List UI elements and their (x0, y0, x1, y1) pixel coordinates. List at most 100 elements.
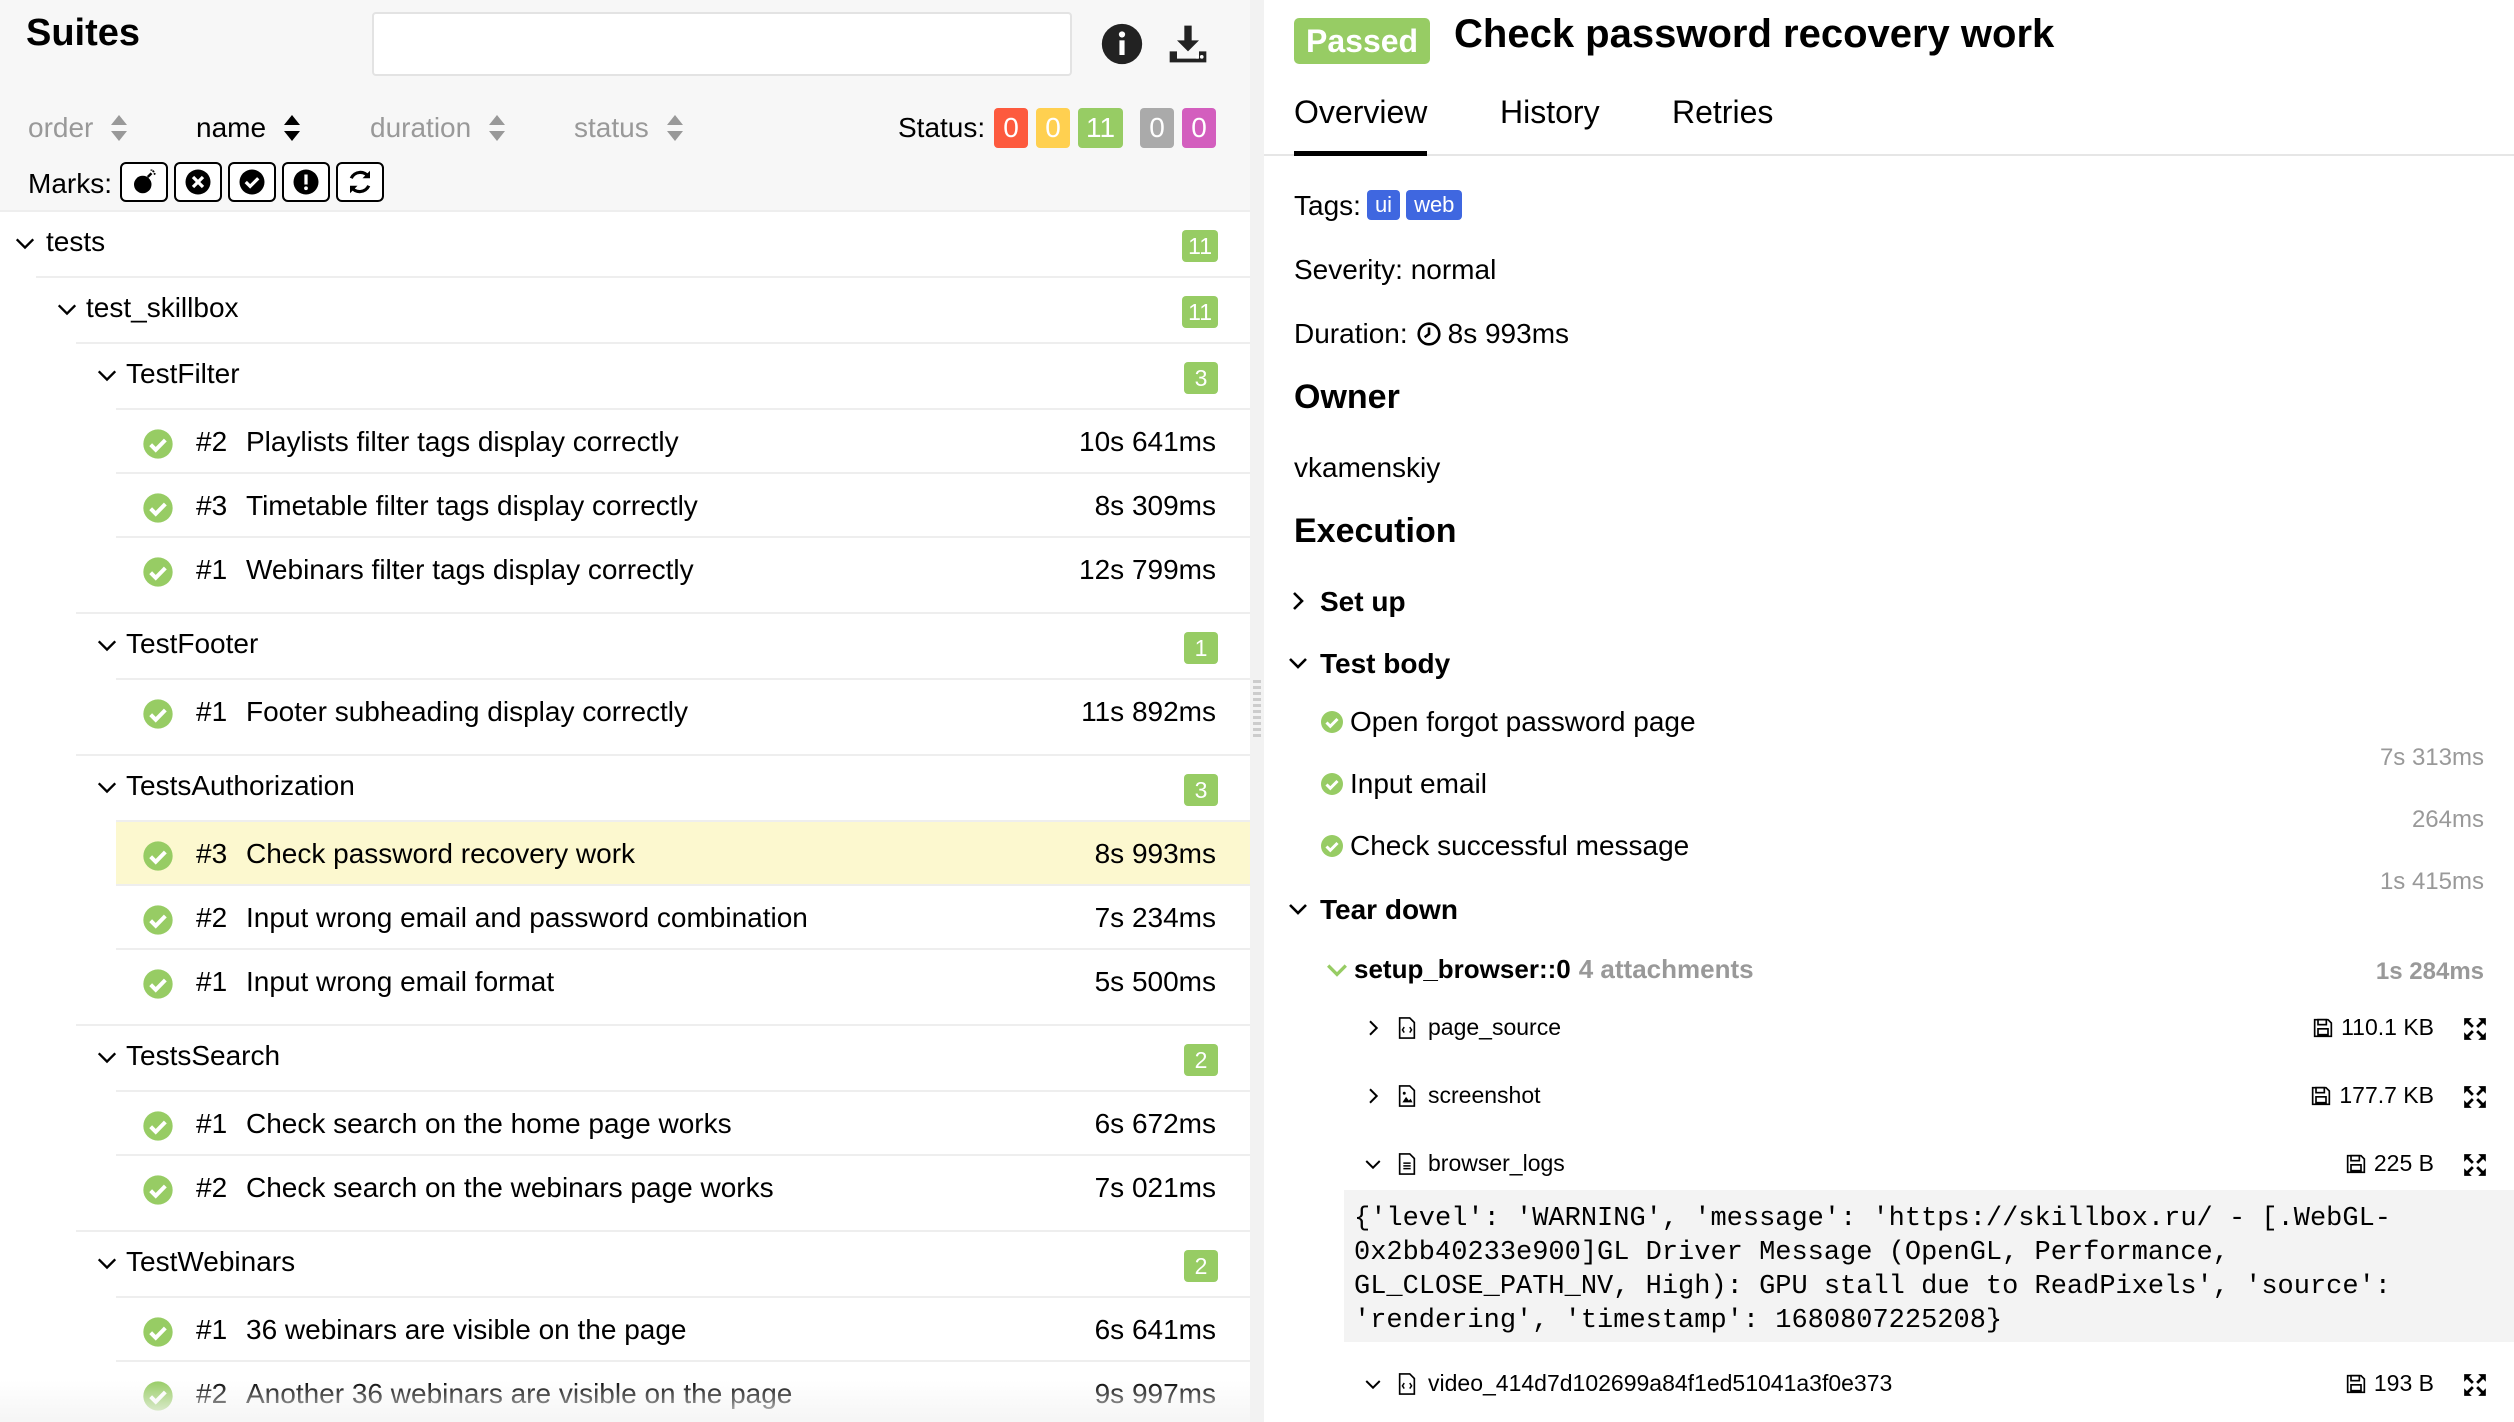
severity: Severity: normal (1294, 254, 1497, 285)
chevron-down-icon (97, 782, 117, 794)
tab-overview[interactable]: Overview (1294, 94, 1428, 156)
status-count-3[interactable]: 0 (1140, 108, 1174, 148)
group-name: TestWebinars (126, 1246, 296, 1277)
attachment-name: page_source (1428, 1014, 1561, 1040)
step-name: Check successful message (1350, 830, 1690, 861)
step-row[interactable]: Open forgot password page (1320, 706, 1696, 738)
chevron-right-icon (1293, 592, 1304, 610)
mark-new-broken-button[interactable] (282, 162, 330, 202)
attachment-size[interactable]: 193 B (2346, 1370, 2434, 1397)
status-count-0[interactable]: 0 (994, 108, 1028, 148)
test-order: #1 (196, 696, 228, 727)
test-row[interactable]: #2 Check search on the webinars page work… (116, 1154, 1250, 1218)
tab-retries[interactable]: Retries (1672, 94, 1773, 156)
mark-new-passed-button[interactable] (228, 162, 276, 202)
test-row[interactable]: #2 Input wrong email and password combina… (116, 884, 1250, 948)
passed-check-icon (1321, 711, 1343, 733)
passed-check-icon (143, 905, 173, 935)
count-badge: 2 (1184, 1250, 1218, 1282)
test-row[interactable]: #3 Check password recovery work 8s 993ms (116, 820, 1250, 884)
test-order: #1 (196, 966, 228, 997)
sort-duration[interactable]: duration (370, 112, 506, 144)
step-time: 1s 415ms (2379, 868, 2484, 895)
expand-icon[interactable] (2462, 1016, 2488, 1042)
test-body-stage[interactable]: Test body (1288, 648, 1450, 680)
chevron-down-icon (1365, 1159, 1381, 1169)
test-row[interactable]: #3 Timetable filter tags display correctl… (116, 472, 1250, 536)
suite-row[interactable]: TestsSearch 2 (76, 1024, 1250, 1088)
teardown-stage[interactable]: Tear down (1288, 894, 1458, 926)
test-order: #1 (196, 1314, 228, 1345)
fixture-row[interactable]: setup_browser::0 4 attachments (1326, 954, 1754, 985)
group-name: TestFooter (126, 628, 259, 659)
step-row[interactable]: Check successful message (1320, 830, 1689, 862)
tree-root-row[interactable]: tests 11 (0, 210, 1250, 274)
count-badge: 11 (1182, 230, 1218, 262)
step-time: 264ms (2411, 806, 2484, 833)
test-order: #2 (196, 426, 228, 457)
attachment-name: browser_logs (1428, 1150, 1565, 1176)
test-details-pane: Passed Check password recovery work Over… (1264, 0, 2514, 1422)
owner-value: vkamenskiy (1294, 452, 1441, 483)
test-row[interactable]: #1 Footer subheading display correctly 11s… (116, 678, 1250, 742)
passed-check-icon (143, 429, 173, 459)
attachment-row[interactable]: page_source (1364, 1014, 1561, 1041)
attachment-size[interactable]: 225 B (2346, 1150, 2434, 1177)
suite-row[interactable]: TestsAuthorization 3 (76, 754, 1250, 818)
step-row[interactable]: Input email (1320, 768, 1487, 800)
sort-name[interactable]: name (196, 112, 301, 144)
status-count-4[interactable]: 0 (1182, 108, 1216, 148)
tab-history[interactable]: History (1500, 94, 1600, 156)
info-icon[interactable] (1100, 22, 1144, 66)
test-row[interactable]: #1 Webinars filter tags display correctly… (116, 536, 1250, 600)
passed-check-icon (143, 841, 173, 871)
search-input[interactable] (372, 12, 1072, 76)
group-name: tests (46, 226, 106, 257)
suite-row[interactable]: TestFooter 1 (76, 612, 1250, 676)
status-count-2[interactable]: 11 (1078, 108, 1124, 148)
sort-order[interactable]: order (28, 112, 128, 144)
expand-icon[interactable] (2462, 1152, 2488, 1178)
splitter-grip-icon[interactable] (1253, 680, 1261, 740)
status-count-1[interactable]: 0 (1036, 108, 1070, 148)
attachment-size[interactable]: 177.7 KB (2311, 1082, 2434, 1109)
setup-stage[interactable]: Set up (1288, 586, 1406, 618)
suite-row[interactable]: TestFilter 3 (76, 342, 1250, 406)
test-row[interactable]: #2 Playlists filter tags display correctl… (116, 408, 1250, 472)
passed-check-icon (143, 1111, 173, 1141)
test-row[interactable]: #1 36 webinars are visible on the page 6s … (116, 1296, 1250, 1360)
file-image-icon (1398, 1084, 1416, 1107)
passed-check-icon (143, 969, 173, 999)
expand-icon[interactable] (2462, 1372, 2488, 1398)
test-row[interactable]: #1 Check search on the home page works 6s … (116, 1090, 1250, 1154)
test-name: Webinars filter tags display correctly (246, 554, 694, 585)
pane-splitter[interactable] (1250, 0, 1264, 1422)
suite-row[interactable]: TestWebinars 2 (76, 1230, 1250, 1294)
download-icon[interactable] (1166, 22, 1210, 66)
attachment-size[interactable]: 110.1 KB (2313, 1014, 2434, 1041)
tree-module-row[interactable]: test_skillbox 11 (36, 276, 1250, 340)
attachment-row[interactable]: browser_logs (1364, 1150, 1565, 1177)
sort-arrows-icon (489, 115, 506, 141)
file-code-icon (1398, 1016, 1416, 1039)
attachment-row[interactable]: screenshot (1364, 1082, 1541, 1109)
test-order: #3 (196, 490, 228, 521)
fixture-name: setup_browser::0 (1354, 954, 1571, 984)
sort-status[interactable]: status (574, 112, 683, 144)
chevron-down-icon (1289, 904, 1307, 915)
mark-new-failed-button[interactable] (174, 162, 222, 202)
count-badge: 1 (1184, 632, 1218, 664)
passed-check-icon (143, 1175, 173, 1205)
execution-heading: Execution (1294, 512, 1457, 550)
tag-web: web (1406, 190, 1463, 220)
test-name: Check search on the home page works (246, 1108, 732, 1139)
times-circle-icon (185, 169, 211, 195)
sort-arrows-icon (111, 115, 128, 141)
test-duration: 10s 641ms (1079, 426, 1216, 457)
mark-flaky-button[interactable] (120, 162, 168, 202)
attachment-row[interactable]: video_414d7d102699a84f1ed51041a3f0e373 (1364, 1370, 1892, 1397)
expand-icon[interactable] (2462, 1084, 2488, 1110)
test-row[interactable]: #1 Input wrong email format 5s 500ms (116, 948, 1250, 1012)
chevron-down-icon (97, 1052, 117, 1064)
mark-retries-button[interactable] (336, 162, 384, 202)
